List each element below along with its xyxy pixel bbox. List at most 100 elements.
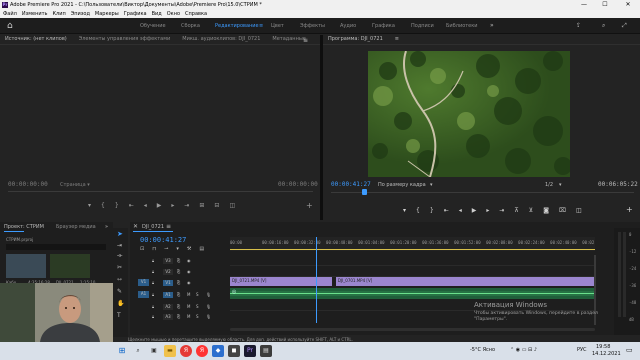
comparison-view-icon[interactable]: ◫ [576,207,582,214]
file-explorer-icon[interactable]: ▬ [164,345,176,357]
eye-icon[interactable]: ◉ [187,280,191,285]
yandex-icon[interactable]: Я [196,345,208,357]
timeline-horizontal-scrollbar[interactable] [230,328,595,331]
nest-icon[interactable]: ⊡ [140,246,144,252]
tab-learning[interactable]: Обучение [140,23,166,29]
task-view-icon[interactable]: ▣ [148,345,160,357]
menu-file[interactable]: Файл [3,10,17,18]
track-lock-icon[interactable]: 🔒︎ [152,314,154,320]
sync-lock-icon[interactable]: ⎘ [177,269,180,274]
close-button[interactable]: ✕ [619,1,637,9]
menu-window[interactable]: Окно [167,10,180,18]
timeline-timecode[interactable]: 00:00:41:27 [140,236,186,244]
tab-assembly[interactable]: Сборка [181,23,200,29]
video-clip[interactable]: DJI_0701.MP4 [V] [335,277,595,286]
go-to-out-icon[interactable]: } [115,202,119,209]
selection-tool-icon[interactable]: ➤ [117,230,123,238]
play-icon[interactable]: ▶ [157,202,162,209]
tray-icons[interactable]: ⌃ ◉ ▭ ⊟ ♪ [510,347,537,353]
step-forward-icon[interactable]: ⇥ [184,202,189,209]
step-back-icon[interactable]: ◂ [459,207,462,214]
program-playhead-icon[interactable] [362,189,367,195]
timeline-menu-icon[interactable]: ≡ [166,223,171,230]
add-marker-icon[interactable]: ▾ [403,207,406,214]
audio-clip-a1[interactable]: ◎ [230,288,595,299]
track-lock-icon[interactable]: 🔒︎ [152,280,154,286]
microphone-icon[interactable]: 🎙︎ [206,292,211,297]
app-icon[interactable]: ▤ [260,345,272,357]
track-label-a2[interactable]: A2 [163,304,173,310]
program-fit-dropdown[interactable]: По размеру кадра [378,182,426,188]
search-icon[interactable]: ⌕ [602,22,605,30]
menu-sequence[interactable]: Эпизод [71,10,90,18]
tab-graphics[interactable]: Графика [372,23,395,29]
menu-view[interactable]: Вид [152,10,162,18]
tab-effects[interactable]: Эффекты [300,23,325,29]
program-quality-dropdown[interactable]: 1/2 [545,182,553,188]
tab-project[interactable]: Проект: СТРИМ [4,224,44,230]
solo-icon[interactable]: S [196,304,199,309]
step-back-icon[interactable]: ⇤ [129,202,134,209]
track-lock-icon[interactable]: 🔒︎ [152,304,154,310]
insert-icon[interactable]: ⊞ [199,202,204,209]
audio-clip-fx-icon[interactable]: ◎ [232,289,236,295]
track-row-v3[interactable] [230,255,595,266]
source-panel-menu-icon[interactable]: ≡ [303,37,308,44]
source-add-button-icon[interactable]: + [306,201,313,210]
camera-icon[interactable]: ◙ [543,207,549,214]
captions-icon[interactable]: ▤ [199,246,204,252]
project-thumb-2[interactable] [50,254,90,278]
weather-widget[interactable]: -5°C Ясно [470,347,495,353]
menu-help[interactable]: Справка [185,10,207,18]
razor-tool-icon[interactable]: ✂ [117,264,122,271]
forward-frame-icon[interactable]: ▸ [171,202,174,209]
tab-audio-clip-mixer[interactable]: Микш. аудиоклипов: DJI_0721 [182,35,260,44]
slip-tool-icon[interactable]: ⇿ [117,276,122,283]
track-lock-icon[interactable]: 🔒︎ [152,269,154,275]
tab-editing[interactable]: Редактирование [215,23,259,29]
tab-effect-controls[interactable]: Элементы управления эффектами [79,35,171,44]
menu-markers[interactable]: Маркеры [95,10,119,18]
clock-date[interactable]: 14.12.2021 [592,351,621,357]
playhead[interactable] [316,237,318,323]
ripple-edit-tool-icon[interactable]: ⟛ [117,252,122,260]
microphone-icon[interactable]: 🎙︎ [206,314,211,319]
type-tool-icon[interactable]: T [117,312,121,319]
search-icon[interactable]: ⌕ [132,345,144,357]
eye-icon[interactable]: ◉ [187,269,191,274]
clock-time[interactable]: 19:58 [596,344,610,350]
track-select-tool-icon[interactable]: ⇥ [117,242,122,249]
track-row-v1[interactable]: DJI_0721.MP4 [V] DJI_0701.MP4 [V] [230,277,595,287]
yandex-browser-icon[interactable]: Я [180,345,192,357]
microphone-icon[interactable]: 🎙︎ [206,304,211,309]
back-frame-icon[interactable]: ◂ [144,202,147,209]
mark-in-icon[interactable]: ▾ [88,202,91,209]
play-icon[interactable]: ▶ [472,207,477,214]
tab-color[interactable]: Цвет [271,23,284,29]
language-indicator[interactable]: РУС [577,347,587,353]
export-frame-icon[interactable]: ◫ [229,202,235,209]
hand-tool-icon[interactable]: ✋ [117,300,124,307]
tab-metadata[interactable]: Метаданные [272,35,305,44]
app-icon[interactable]: ◆ [212,345,224,357]
source-patch-v1[interactable]: V1 [138,279,149,286]
menu-graphics[interactable]: Графика [124,10,147,18]
project-search-input[interactable] [6,244,106,250]
pen-tool-icon[interactable]: ✎ [117,288,122,295]
workspaces-more-icon[interactable]: » [490,22,494,29]
wrench-icon[interactable]: ⚒ [187,246,191,252]
program-title[interactable]: Программа: DJI_0721 [328,35,383,44]
app-icon[interactable]: ◼ [228,345,240,357]
quality-chevron-icon[interactable]: ▾ [559,182,562,188]
track-label-v1[interactable]: V1 [163,280,173,286]
premiere-taskbar-icon[interactable]: Pr [244,345,256,357]
source-patch-a1[interactable]: A1 [138,291,149,298]
work-area-bar[interactable] [230,249,595,250]
fit-chevron-icon[interactable]: ▾ [430,182,433,188]
timeline-close-icon[interactable]: ✕ [133,223,138,230]
sync-lock-icon[interactable]: ⎘ [177,292,180,297]
program-timecode[interactable]: 00:00:41:27 [331,181,371,188]
sync-lock-icon[interactable]: ⎘ [177,314,180,319]
maximize-button[interactable]: ☐ [596,1,614,9]
mute-icon[interactable]: M [187,292,190,297]
